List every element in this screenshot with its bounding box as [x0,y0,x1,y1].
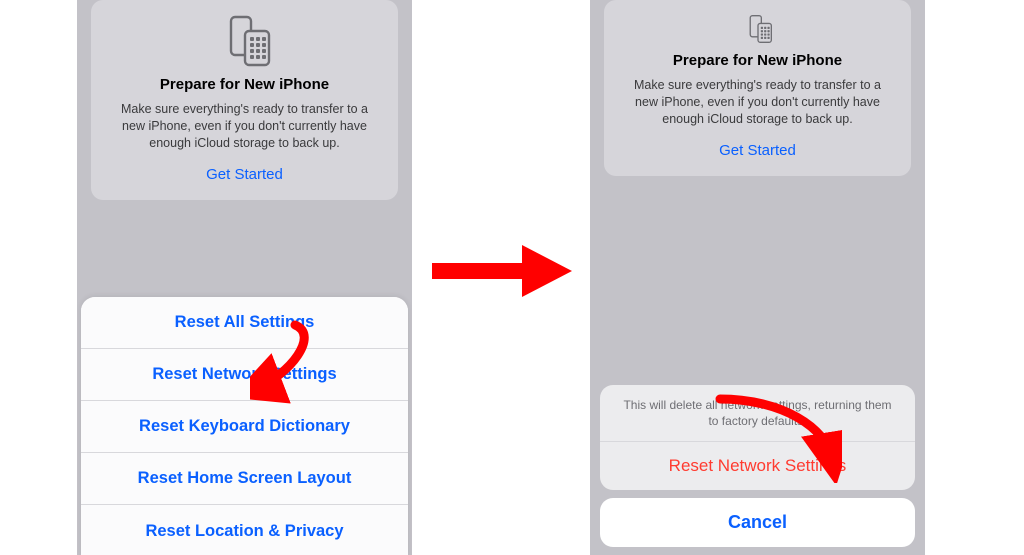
phone-screenshot-left: Prepare for New iPhone Make sure everyth… [77,0,412,555]
reset-action-sheet: Reset All Settings Reset Network Setting… [81,297,408,555]
confirm-reset-network-button[interactable]: Reset Network Settings [600,442,915,490]
get-started-button[interactable]: Get Started [719,142,796,159]
tutorial-arrow-icon [432,243,572,299]
prepare-card: Prepare for New iPhone Make sure everyth… [604,0,911,176]
prepare-title: Prepare for New iPhone [622,52,893,69]
cancel-button[interactable]: Cancel [600,498,915,547]
iphone-grid-icon [109,14,380,68]
prepare-title: Prepare for New iPhone [109,76,380,93]
prepare-desc: Make sure everything's ready to transfer… [622,77,893,128]
confirm-action-sheet: This will delete all network settings, r… [600,385,915,547]
phone-screenshot-right: Prepare for New iPhone Make sure everyth… [590,0,925,555]
prepare-desc: Make sure everything's ready to transfer… [109,101,380,152]
confirm-message: This will delete all network settings, r… [600,385,915,442]
get-started-button[interactable]: Get Started [206,166,283,183]
sheet-item-reset-location[interactable]: Reset Location & Privacy [81,505,408,555]
confirm-box: This will delete all network settings, r… [600,385,915,490]
prepare-card: Prepare for New iPhone Make sure everyth… [91,0,398,200]
sheet-item-reset-all[interactable]: Reset All Settings [81,297,408,349]
sheet-item-reset-keyboard[interactable]: Reset Keyboard Dictionary [81,401,408,453]
sheet-item-reset-network[interactable]: Reset Network Settings [81,349,408,401]
sheet-item-reset-home[interactable]: Reset Home Screen Layout [81,453,408,505]
iphone-grid-icon [622,14,893,44]
